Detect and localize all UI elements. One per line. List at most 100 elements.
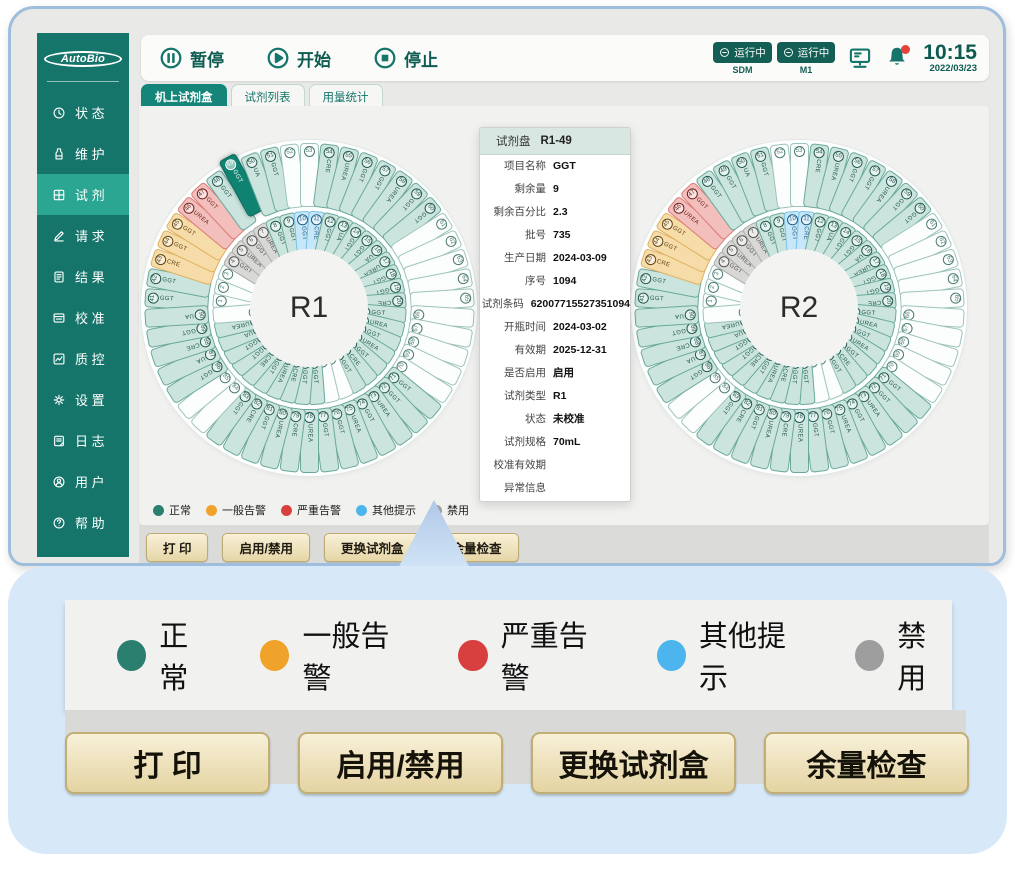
- run-control-2[interactable]: 停止: [367, 45, 444, 72]
- detail-row-8: 有效期2025-12-31: [480, 339, 630, 362]
- slot-analyte-label: GGT: [172, 241, 187, 252]
- reagent-slot-r2-90[interactable]: 90UA: [634, 305, 699, 328]
- slot-number: 90: [684, 309, 696, 321]
- detail-row-1: 剩余量9: [480, 178, 630, 201]
- sidebar-item-3[interactable]: 请 求: [37, 215, 129, 256]
- slot-analyte-label: GGT: [335, 420, 344, 435]
- clock-icon: [52, 106, 66, 120]
- action-button-3[interactable]: 余量检查: [764, 732, 969, 794]
- detail-row-13: 校准有效期: [480, 454, 630, 477]
- sidebar-item-0[interactable]: 状 态: [37, 92, 129, 133]
- action-button-0[interactable]: 打 印: [146, 533, 208, 562]
- slot-number: 90: [194, 309, 206, 321]
- slot-analyte-label: GGT: [902, 210, 917, 224]
- action-button-1[interactable]: 启用/禁用: [298, 732, 503, 794]
- detail-row-label: 剩余量: [480, 178, 546, 201]
- status-badge-m1: 运行中M1: [777, 42, 836, 75]
- slot-number: 10: [786, 214, 798, 226]
- detail-row-3: 批号735: [480, 224, 630, 247]
- slot-analyte-label: UREA: [306, 424, 312, 442]
- slot-analyte-label: GGT: [724, 175, 736, 190]
- detail-row-14: 异常信息: [480, 477, 630, 500]
- detail-row-9: 是否启用启用: [480, 362, 630, 385]
- detail-title-value: R1-49: [541, 135, 572, 147]
- slot-analyte-label: GGT: [321, 423, 329, 438]
- legend-item-2: 严重告警: [281, 502, 341, 518]
- magnifier-overlay: 正常一般告警严重告警其他提示禁用 打 印启用/禁用更换试剂盒余量检查: [8, 566, 1007, 854]
- detail-rows: 项目名称GGT剩余量9剩余百分比2.3批号735生产日期2024-03-09序号…: [480, 155, 630, 500]
- wheel-name: R2: [780, 291, 818, 325]
- wheel-name: R1: [290, 291, 328, 325]
- action-button-0[interactable]: 打 印: [65, 732, 270, 794]
- legend-dot: [855, 640, 884, 671]
- slot-analyte-label: GGT: [662, 241, 677, 252]
- slot-analyte-label: CRE: [675, 341, 690, 351]
- legend-dot: [117, 640, 146, 671]
- sidebar-footer-item-0[interactable]: 用 户: [37, 461, 129, 502]
- detail-row-label: 开瓶时间: [480, 316, 546, 339]
- reagent-wheel-r2: 41GGT42GGT43CRE44GGT45GGT46UREA47GGT48GG…: [631, 140, 967, 476]
- qc-icon: [52, 352, 66, 366]
- autobio-logo: AutoBio: [44, 51, 122, 67]
- slot-analyte-label: GGT: [651, 277, 666, 286]
- slot-number: 61: [434, 217, 449, 232]
- clock-date: 2022/03/23: [923, 64, 977, 74]
- detail-row-value: 未校准: [553, 408, 585, 431]
- legend-dot: [657, 640, 686, 671]
- slot-analyte-label: GGT: [811, 423, 819, 438]
- slot-number: 52: [283, 147, 295, 159]
- status-legend: 正常一般告警严重告警其他提示禁用: [153, 502, 469, 518]
- slot-analyte-label: GGT: [890, 197, 904, 211]
- sidebar-item-label: 日 志: [75, 431, 105, 450]
- legend-item-2: 严重告警: [458, 613, 610, 697]
- alarm-bell-icon[interactable]: [885, 45, 911, 71]
- detail-row-label: 序号: [480, 270, 546, 293]
- detail-row-label: 是否启用: [480, 362, 546, 385]
- sidebar-item-8[interactable]: 日 志: [37, 420, 129, 461]
- legend-dot: [153, 505, 164, 516]
- slot-number: 41: [147, 292, 159, 304]
- run-control-1[interactable]: 开始: [260, 45, 337, 72]
- slot-number: 52: [773, 147, 785, 159]
- maintenance-icon: [52, 147, 66, 161]
- sidebar-item-4[interactable]: 结 果: [37, 256, 129, 297]
- host-connection-icon[interactable]: [847, 45, 873, 71]
- action-button-2[interactable]: 更换试剂盒: [531, 732, 736, 794]
- sidebar-item-2[interactable]: 试 剂: [37, 174, 129, 215]
- legend-label: 正常: [169, 502, 191, 518]
- detail-row-11: 状态未校准: [480, 408, 630, 431]
- legend-label: 严重告警: [501, 613, 611, 697]
- reagent-icon: [52, 188, 66, 202]
- detail-row-label: 试剂类型: [480, 385, 546, 408]
- slot-analyte-label: GGT: [862, 175, 874, 190]
- magnified-action-buttons: 打 印启用/禁用更换试剂盒余量检查: [65, 732, 969, 794]
- toolbar: 暂停开始停止 运行中SDM运行中M1 10:15 2022/03/23: [141, 35, 989, 81]
- sidebar-footer-item-1[interactable]: 帮 助: [37, 502, 129, 543]
- sidebar-item-7[interactable]: 设 置: [37, 379, 129, 420]
- slot-number: 41: [637, 292, 649, 304]
- sidebar-item-label: 质 控: [75, 349, 105, 368]
- detail-row-label: 异常信息: [480, 477, 546, 500]
- sidebar-item-label: 结 果: [75, 267, 105, 286]
- sidebar-item-label: 校 准: [75, 308, 105, 327]
- sidebar-item-6[interactable]: 质 控: [37, 338, 129, 379]
- legend-label: 其他提示: [699, 613, 809, 697]
- slot-number: 65: [949, 292, 961, 304]
- legend-item-3: 其他提示: [657, 613, 809, 697]
- reagent-slot-r1-90[interactable]: 90UA: [144, 305, 209, 328]
- footer-band: 打 印启用/禁用更换试剂盒余量检查: [139, 525, 989, 566]
- sidebar-item-1[interactable]: 维 护: [37, 133, 129, 174]
- detail-row-4: 生产日期2024-03-09: [480, 247, 630, 270]
- action-button-1[interactable]: 启用/禁用: [222, 533, 309, 562]
- sidebar-item-5[interactable]: 校 准: [37, 297, 129, 338]
- slot-analyte-label: UA: [674, 312, 683, 319]
- sidebar-item-label: 试 剂: [75, 185, 105, 204]
- status-badge: 运行中: [713, 42, 772, 63]
- pause-icon: [159, 46, 183, 70]
- legend-item-1: 一般告警: [206, 502, 266, 518]
- detail-row-label: 状态: [480, 408, 546, 431]
- legend-item-4: 禁用: [855, 613, 952, 697]
- app-window: AutoBio 状 态维 护试 剂请 求结 果校 准质 控设 置日 志 用 户帮…: [8, 6, 1006, 566]
- run-control-0[interactable]: 暂停: [153, 45, 230, 72]
- slot-number: 62: [933, 234, 948, 249]
